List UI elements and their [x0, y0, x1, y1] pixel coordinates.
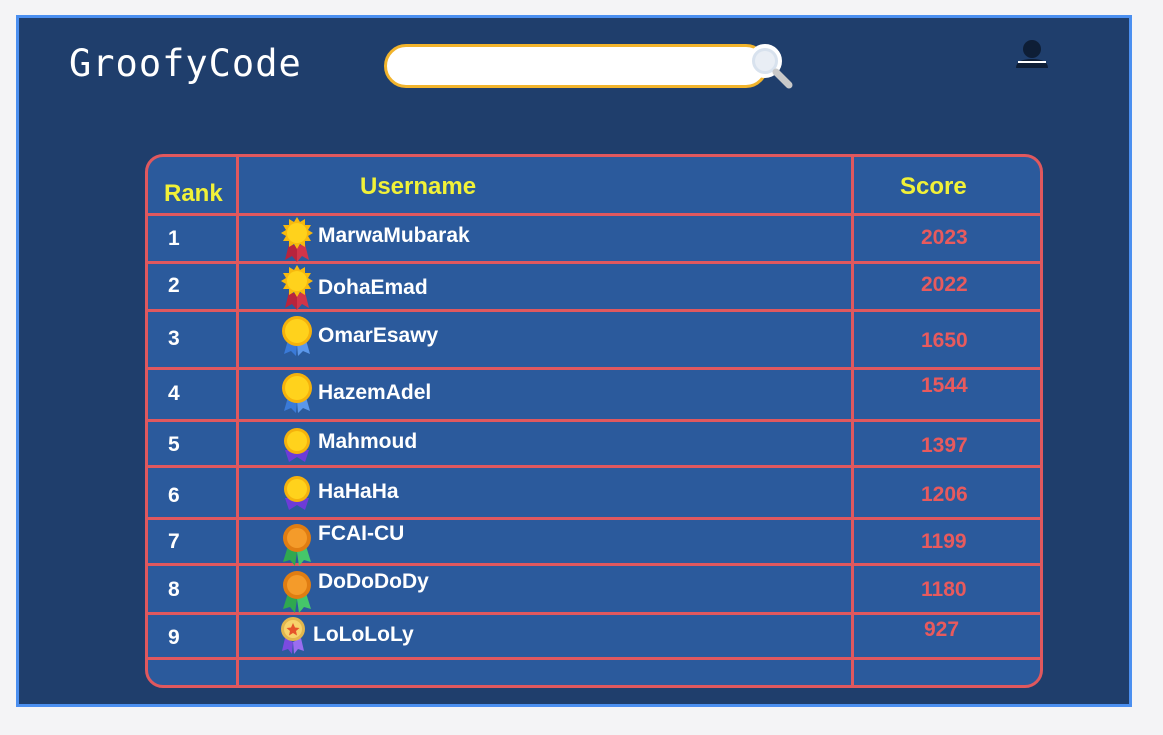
username-cell[interactable]: DoDoDoDy [318, 570, 429, 594]
app-logo[interactable]: GroofyCode [69, 42, 302, 85]
sun-medal-icon [281, 217, 313, 262]
rank-cell: 9 [168, 626, 180, 649]
row-divider [148, 367, 1040, 370]
star-medal-icon [281, 617, 305, 654]
rank-cell: 6 [168, 484, 180, 507]
rank-cell: 5 [168, 433, 180, 456]
header-username: Username [360, 173, 477, 200]
row-divider [148, 419, 1040, 422]
username-cell[interactable]: FCAI-CU [318, 522, 404, 546]
score-cell: 1544 [921, 374, 968, 397]
username-cell[interactable]: HaHaHa [318, 480, 399, 504]
username-cell[interactable]: OmarEsawy [318, 324, 438, 348]
rank-cell: 4 [168, 382, 180, 405]
score-cell: 2022 [921, 273, 968, 296]
search-input[interactable] [384, 44, 768, 88]
user-icon[interactable] [1014, 38, 1050, 74]
username-cell[interactable]: HazemAdel [318, 381, 431, 405]
username-cell[interactable]: Mahmoud [318, 430, 417, 454]
rank-cell: 3 [168, 327, 180, 350]
rank-cell: 8 [168, 578, 180, 601]
sun-medal-icon [281, 265, 313, 310]
username-cell[interactable]: DohaEmad [318, 276, 428, 300]
rank-cell: 1 [168, 227, 180, 250]
gold-purple-medal-icon [284, 428, 310, 462]
app-frame: GroofyCode Rank Username Score 1 MarwaMu… [16, 15, 1132, 707]
username-cell[interactable]: LoLoLoLy [313, 623, 414, 647]
bronze-medal-icon [283, 571, 311, 613]
score-cell: 927 [924, 618, 960, 641]
empty-row [148, 660, 1040, 685]
gold-medal-icon [282, 316, 312, 356]
rank-cell: 2 [168, 274, 180, 297]
score-cell: 1650 [921, 329, 968, 352]
header-score: Score [900, 173, 967, 200]
score-cell: 1180 [921, 578, 967, 601]
search-icon[interactable] [745, 42, 795, 92]
bronze-medal-icon [283, 524, 311, 566]
score-cell: 1397 [921, 434, 968, 457]
rank-cell: 7 [168, 530, 180, 553]
score-cell: 2023 [921, 226, 968, 249]
gold-medal-icon [282, 373, 312, 413]
score-cell: 1199 [921, 530, 967, 553]
header-rank: Rank [164, 180, 223, 207]
username-cell[interactable]: MarwaMubarak [318, 224, 470, 248]
score-cell: 1206 [921, 483, 968, 506]
leaderboard-table: Rank Username Score 1 MarwaMubarak 2023 [145, 154, 1043, 688]
gold-purple-medal-icon [284, 476, 310, 510]
